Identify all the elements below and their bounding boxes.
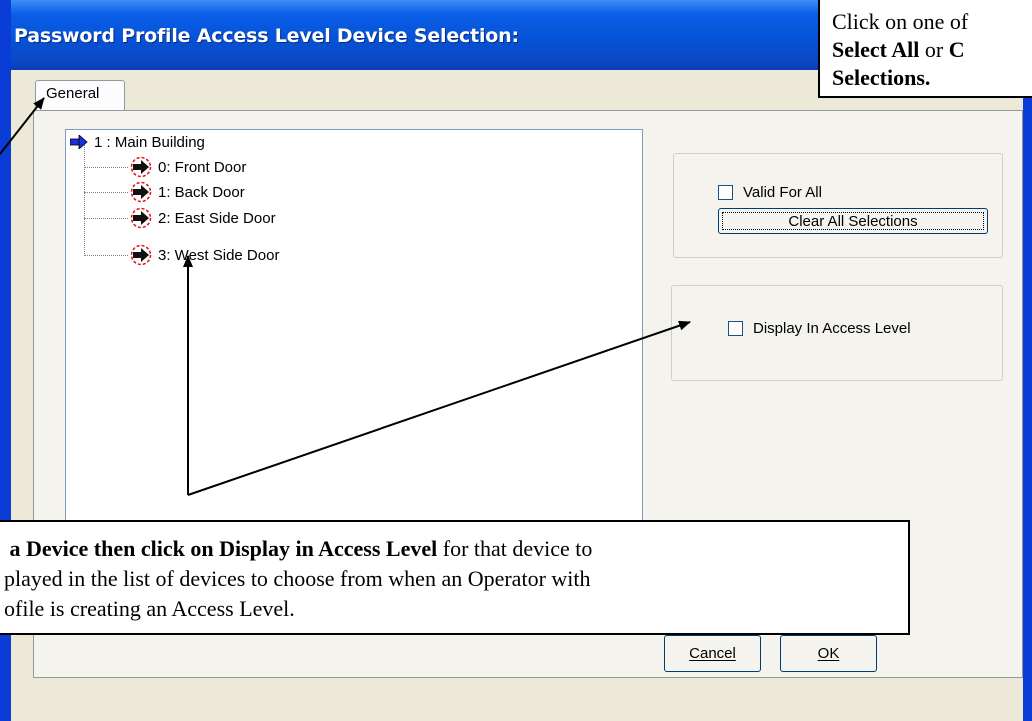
callout-bottom-bold: a Device then click on Display in Access… <box>4 536 438 561</box>
arrow-to-root <box>0 97 45 155</box>
callout-bottom-line-3: ofile is creating an Access Level. <box>4 596 295 621</box>
dialog-window: Password Profile Access Level Device Sel… <box>0 0 1032 721</box>
callout-bottom-rest: for that device to <box>437 536 593 561</box>
callout-bottom-line-2: played in the list of devices to choose … <box>4 566 591 591</box>
instruction-callout-bottom: a Device then click on Display in Access… <box>0 520 910 635</box>
arrow-to-display-checkbox <box>187 320 691 496</box>
callout-bottom-line-1: a Device then click on Display in Access… <box>4 534 908 564</box>
